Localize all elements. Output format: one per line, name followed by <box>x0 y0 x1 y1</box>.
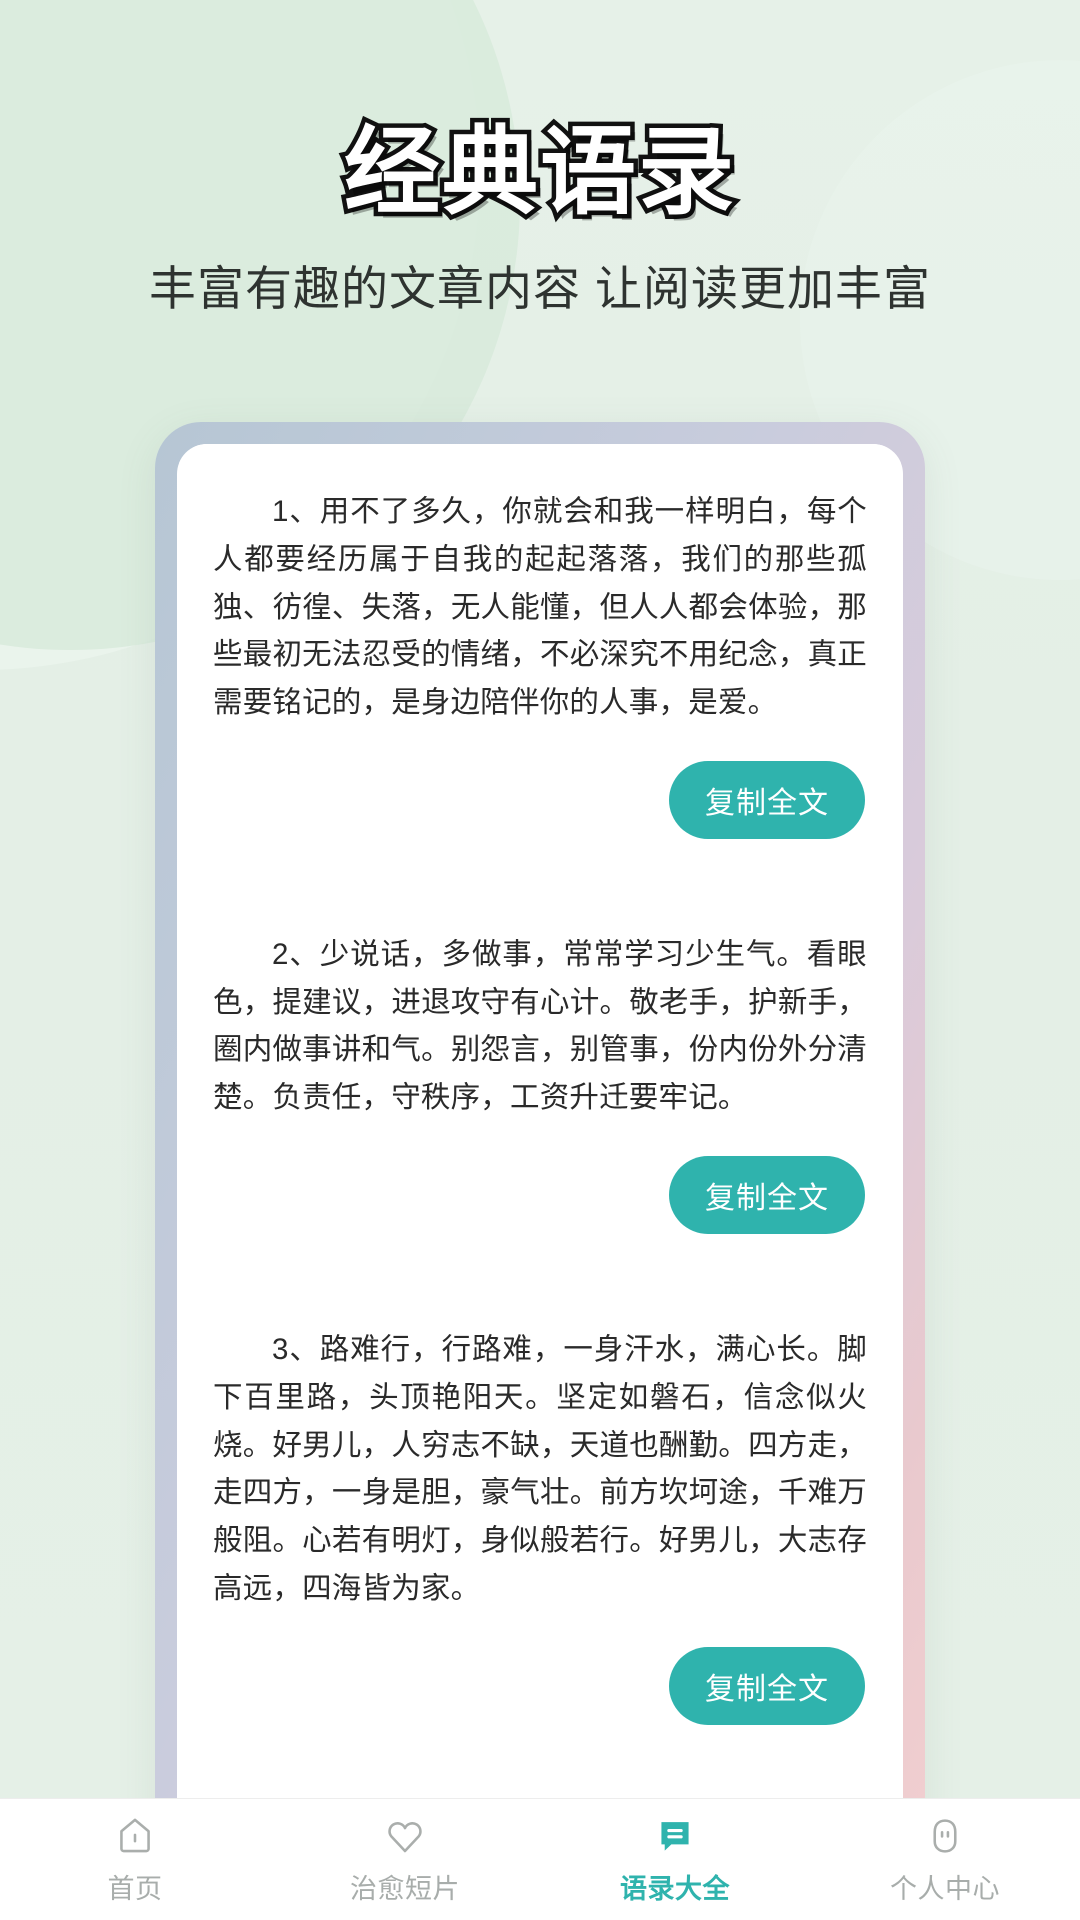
speech-bubble-icon <box>653 1814 697 1858</box>
card-divider <box>179 1724 901 1773</box>
quote-text: 2、少说话，多做事，常常学习少生气。看眼色，提建议，进退攻守有心计。敬老手，护新… <box>213 937 867 1115</box>
tab-healing-videos[interactable]: 治愈短片 <box>270 1814 540 1906</box>
quote-text: 1、用不了多久，你就会和我一样明白，每个人都要经历属于自我的起起落落，我们的那些… <box>213 495 867 720</box>
copy-full-text-button[interactable]: 复制全文 <box>669 1646 865 1725</box>
phone-mockup-frame: 1、用不了多久，你就会和我一样明白，每个人都要经历属于自我的起起落落，我们的那些… <box>155 422 925 1920</box>
copy-full-text-button[interactable]: 复制全文 <box>669 1156 865 1235</box>
quote-card: 3、路难行，行路难，一身汗水，满心长。脚下百里路，头顶艳阳天。坚定如磐石，信念似… <box>179 1282 901 1725</box>
quote-feed[interactable]: 1、用不了多久，你就会和我一样明白，每个人都要经历属于自我的起起落落，我们的那些… <box>177 444 903 1920</box>
tab-quotes[interactable]: 语录大全 <box>540 1814 810 1906</box>
tab-label-home: 首页 <box>107 1873 163 1904</box>
hero-section: 经典语录 丰富有趣的文章内容 让阅读更加丰富 <box>0 0 1080 319</box>
tab-label-healing-videos: 治愈短片 <box>350 1873 460 1904</box>
tab-label-profile: 个人中心 <box>890 1873 1000 1904</box>
heart-icon <box>383 1814 427 1858</box>
phone-screen: 1、用不了多久，你就会和我一样明白，每个人都要经历属于自我的起起落落，我们的那些… <box>177 444 903 1920</box>
page-subtitle: 丰富有趣的文章内容 让阅读更加丰富 <box>148 261 932 315</box>
copy-button-row: 复制全文 <box>213 760 867 839</box>
copy-button-row: 复制全文 <box>213 1646 867 1725</box>
card-divider <box>179 838 901 887</box>
tab-home[interactable]: 首页 <box>0 1814 270 1906</box>
quote-card: 2、少说话，多做事，常常学习少生气。看眼色，提建议，进退攻守有心计。敬老手，护新… <box>179 886 901 1235</box>
home-icon <box>113 1814 157 1858</box>
copy-full-text-button[interactable]: 复制全文 <box>669 760 865 839</box>
copy-button-row: 复制全文 <box>213 1156 867 1235</box>
tab-profile[interactable]: 个人中心 <box>810 1814 1080 1906</box>
tab-label-quotes: 语录大全 <box>620 1873 730 1904</box>
quote-text: 3、路难行，行路难，一身汗水，满心长。脚下百里路，头顶艳阳天。坚定如磐石，信念似… <box>213 1333 867 1605</box>
quote-card: 1、用不了多久，你就会和我一样明白，每个人都要经历属于自我的起起落落，我们的那些… <box>179 444 901 839</box>
person-icon <box>923 1814 967 1858</box>
page-title: 经典语录 <box>340 117 739 227</box>
bottom-tab-bar: 首页 治愈短片 语录大全 个人中心 <box>0 1798 1080 1920</box>
card-divider <box>179 1234 901 1283</box>
